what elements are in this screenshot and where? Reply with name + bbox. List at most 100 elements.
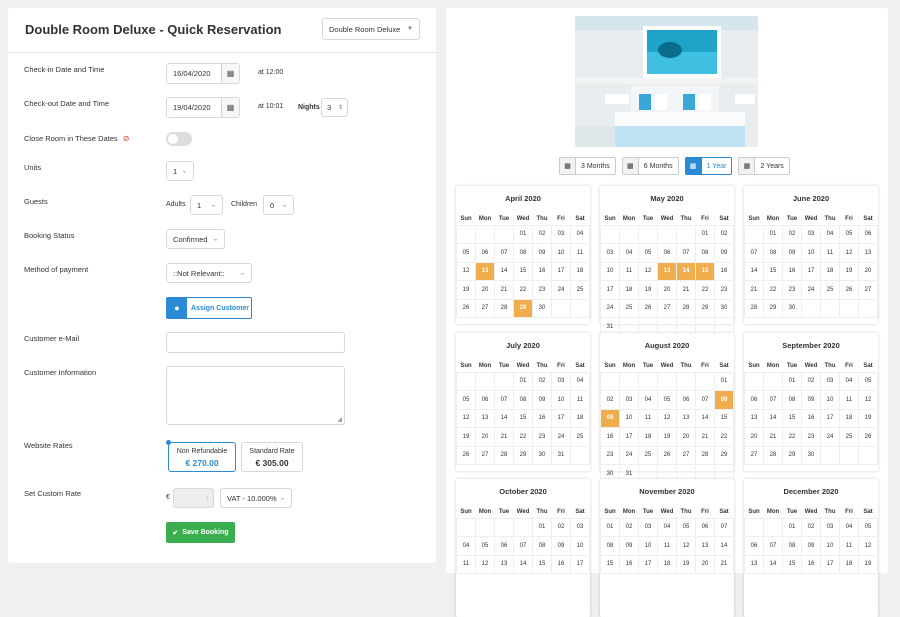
calendar-day[interactable]: 03 bbox=[551, 224, 571, 244]
calendar-day[interactable]: 14 bbox=[676, 261, 696, 281]
calendar-day[interactable]: 14 bbox=[714, 536, 734, 556]
room-select[interactable]: Double Room Deluxe ▼ bbox=[322, 18, 420, 40]
calendar-day[interactable]: 28 bbox=[763, 445, 783, 465]
calendar-day[interactable]: 13 bbox=[744, 554, 764, 574]
calendar-day[interactable]: 12 bbox=[676, 536, 696, 556]
calendar-day[interactable]: 16 bbox=[532, 408, 552, 428]
calendar-day[interactable]: 22 bbox=[695, 280, 715, 300]
calendar-day[interactable]: 07 bbox=[744, 243, 764, 263]
calendar-day[interactable]: 24 bbox=[801, 280, 821, 300]
calendar-day[interactable]: 01 bbox=[782, 517, 802, 537]
calendar-day[interactable]: 16 bbox=[801, 554, 821, 574]
calendar-day[interactable]: 28 bbox=[676, 298, 696, 318]
calendar-day[interactable]: 10 bbox=[570, 536, 590, 556]
calendar-day[interactable]: 13 bbox=[657, 261, 677, 281]
calendar-day[interactable]: 29 bbox=[513, 298, 533, 318]
calendar-day[interactable]: 02 bbox=[600, 390, 620, 410]
calendar-day[interactable]: 11 bbox=[456, 554, 476, 574]
calendar-day[interactable]: 15 bbox=[695, 261, 715, 281]
calendar-day[interactable]: 03 bbox=[638, 517, 658, 537]
calendar-day[interactable]: 16 bbox=[600, 427, 620, 447]
calendar-day[interactable]: 19 bbox=[638, 280, 658, 300]
calendar-day[interactable]: 17 bbox=[820, 408, 840, 428]
calendar-day[interactable]: 21 bbox=[494, 427, 514, 447]
calendar-day[interactable]: 29 bbox=[763, 298, 783, 318]
calendar-day[interactable]: 19 bbox=[657, 427, 677, 447]
calendar-day[interactable]: 14 bbox=[763, 408, 783, 428]
calendar-day[interactable]: 01 bbox=[532, 517, 552, 537]
custom-rate-input[interactable]: ⁝ bbox=[173, 488, 214, 508]
calendar-day[interactable]: 26 bbox=[638, 298, 658, 318]
calendar-day[interactable]: 05 bbox=[475, 536, 495, 556]
calendar-day[interactable]: 29 bbox=[695, 298, 715, 318]
calendar-day[interactable]: 04 bbox=[619, 243, 639, 263]
calendar-day[interactable]: 30 bbox=[782, 298, 802, 318]
calendar-day[interactable]: 06 bbox=[475, 243, 495, 263]
calendar-day[interactable]: 26 bbox=[858, 427, 878, 447]
calendar-day[interactable]: 24 bbox=[551, 427, 571, 447]
calendar-day[interactable]: 21 bbox=[695, 427, 715, 447]
calendar-day[interactable]: 05 bbox=[858, 371, 878, 391]
range-1-year[interactable]: ▦ 1 Year bbox=[684, 157, 733, 175]
calendar-day[interactable]: 19 bbox=[456, 427, 476, 447]
calendar-day[interactable]: 13 bbox=[695, 536, 715, 556]
vat-select[interactable]: VAT - 10.000% ⌄ bbox=[220, 488, 292, 508]
calendar-day[interactable]: 12 bbox=[638, 261, 658, 281]
calendar-day[interactable]: 03 bbox=[570, 517, 590, 537]
calendar-day[interactable]: 04 bbox=[657, 517, 677, 537]
calendar-day[interactable]: 13 bbox=[858, 243, 878, 263]
calendar-day[interactable]: 28 bbox=[494, 298, 514, 318]
range-2-years[interactable]: ▦ 2 Years bbox=[738, 157, 790, 175]
checkin-date-input[interactable]: 16/04/2020 ▦ bbox=[166, 63, 240, 84]
calendar-day[interactable]: 16 bbox=[532, 261, 552, 281]
status-select[interactable]: Confirmed ⌄ bbox=[166, 229, 225, 249]
calendar-day[interactable]: 14 bbox=[494, 408, 514, 428]
calendar-day[interactable]: 29 bbox=[714, 445, 734, 465]
assign-customer-button[interactable]: ● Assign Customer bbox=[166, 297, 252, 319]
calendar-day[interactable]: 06 bbox=[475, 390, 495, 410]
calendar-day[interactable]: 09 bbox=[801, 536, 821, 556]
calendar-day[interactable]: 12 bbox=[657, 408, 677, 428]
calendar-day[interactable]: 09 bbox=[532, 243, 552, 263]
calendar-day[interactable]: 05 bbox=[456, 243, 476, 263]
calendar-day[interactable]: 18 bbox=[839, 554, 859, 574]
calendar-day[interactable]: 03 bbox=[600, 243, 620, 263]
calendar-day[interactable]: 22 bbox=[513, 427, 533, 447]
calendar-day[interactable]: 17 bbox=[551, 261, 571, 281]
calendar-day[interactable]: 20 bbox=[858, 261, 878, 281]
calendar-day[interactable]: 18 bbox=[570, 408, 590, 428]
calendar-day[interactable]: 28 bbox=[494, 445, 514, 465]
calendar-day[interactable]: 05 bbox=[456, 390, 476, 410]
calendar-day[interactable]: 09 bbox=[714, 243, 734, 263]
calendar-day[interactable]: 03 bbox=[551, 371, 571, 391]
calendar-day[interactable]: 11 bbox=[570, 390, 590, 410]
calendar-day[interactable]: 17 bbox=[619, 427, 639, 447]
calendar-day[interactable]: 19 bbox=[839, 261, 859, 281]
calendar-day[interactable]: 15 bbox=[782, 554, 802, 574]
calendar-day[interactable]: 12 bbox=[456, 408, 476, 428]
calendar-day[interactable]: 01 bbox=[513, 224, 533, 244]
calendar-day[interactable]: 19 bbox=[858, 554, 878, 574]
calendar-day[interactable]: 22 bbox=[782, 427, 802, 447]
calendar-day[interactable]: 15 bbox=[782, 408, 802, 428]
calendar-day[interactable]: 26 bbox=[456, 445, 476, 465]
calendar-day[interactable]: 15 bbox=[600, 554, 620, 574]
calendar-day[interactable]: 17 bbox=[638, 554, 658, 574]
calendar-day[interactable]: 05 bbox=[657, 390, 677, 410]
calendar-day[interactable]: 13 bbox=[475, 408, 495, 428]
calendar-day[interactable]: 02 bbox=[714, 224, 734, 244]
calendar-day[interactable]: 18 bbox=[638, 427, 658, 447]
calendar-day[interactable]: 20 bbox=[475, 280, 495, 300]
calendar-day[interactable]: 09 bbox=[782, 243, 802, 263]
calendar-day[interactable]: 22 bbox=[513, 280, 533, 300]
calendar-day[interactable]: 26 bbox=[456, 298, 476, 318]
calendar-day[interactable]: 19 bbox=[456, 280, 476, 300]
calendar-day[interactable]: 01 bbox=[513, 371, 533, 391]
calendar-day[interactable]: 06 bbox=[657, 243, 677, 263]
calendar-day[interactable]: 18 bbox=[619, 280, 639, 300]
calendar-day[interactable]: 05 bbox=[676, 517, 696, 537]
calendar-day[interactable]: 10 bbox=[801, 243, 821, 263]
calendar-day[interactable]: 07 bbox=[676, 243, 696, 263]
calendar-day[interactable]: 13 bbox=[676, 408, 696, 428]
calendar-day[interactable]: 15 bbox=[763, 261, 783, 281]
